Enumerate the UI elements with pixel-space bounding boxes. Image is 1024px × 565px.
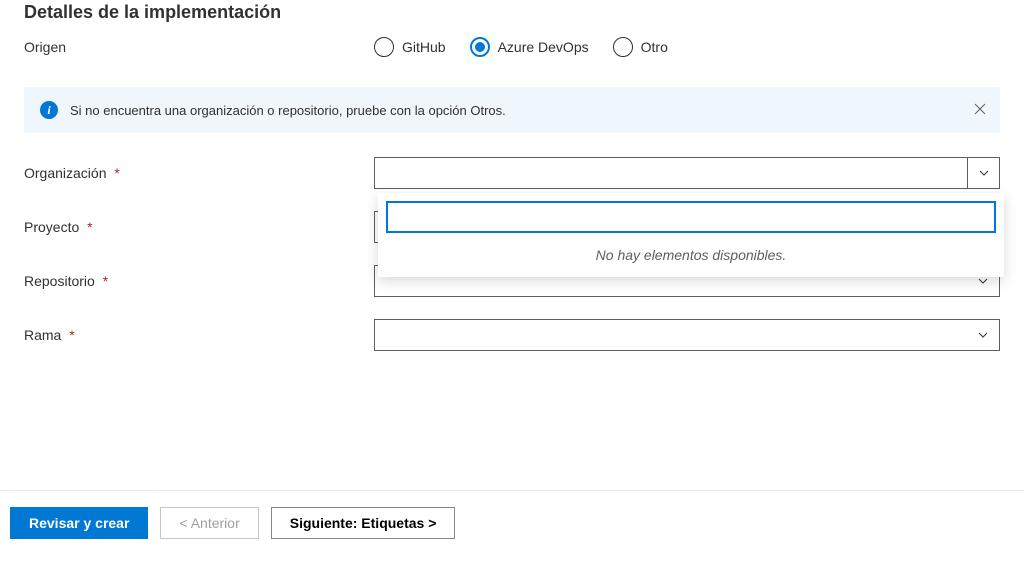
organization-row: Organización * No hay elementos disponib… [24,157,1000,189]
project-label: Proyecto * [24,219,374,235]
required-indicator: * [114,165,119,181]
origin-radio-other[interactable]: Otro [613,37,668,57]
origin-label: Origen [24,39,374,55]
info-banner: i Si no encuentra una organización o rep… [24,87,1000,133]
radio-label: Otro [641,39,668,55]
review-create-button[interactable]: Revisar y crear [10,507,148,539]
radio-label: Azure DevOps [498,39,589,55]
branch-label: Rama * [24,327,374,343]
radio-label: GitHub [402,39,446,55]
required-indicator: * [87,219,92,235]
branch-dropdown[interactable] [374,319,1000,351]
required-indicator: * [103,273,108,289]
previous-button: < Anterior [160,507,258,539]
close-icon[interactable] [974,103,986,117]
radio-circle-icon [374,37,394,57]
organization-combo-panel: No hay elementos disponibles. [378,193,1004,277]
origin-radio-group: GitHub Azure DevOps Otro [374,37,668,57]
radio-circle-icon [470,37,490,57]
branch-row: Rama * [24,319,1000,351]
origin-radio-azure-devops[interactable]: Azure DevOps [470,37,589,57]
organization-label: Organización * [24,165,374,181]
repository-label: Repositorio * [24,273,374,289]
origin-radio-github[interactable]: GitHub [374,37,446,57]
footer: Revisar y crear < Anterior Siguiente: Et… [0,490,1024,555]
info-banner-text: Si no encuentra una organización o repos… [70,103,506,118]
section-title: Detalles de la implementación [24,0,1000,23]
required-indicator: * [69,327,74,343]
organization-dropdown[interactable] [374,157,1000,189]
next-button[interactable]: Siguiente: Etiquetas > [271,507,456,539]
organization-search-input[interactable] [386,201,996,233]
radio-dot-icon [475,42,485,52]
origin-row: Origen GitHub Azure DevOps Otro [24,37,1000,57]
radio-circle-icon [613,37,633,57]
combo-empty-text: No hay elementos disponibles. [386,247,996,263]
chevron-down-icon [967,158,999,188]
info-icon: i [40,101,58,119]
chevron-down-icon [967,320,999,350]
